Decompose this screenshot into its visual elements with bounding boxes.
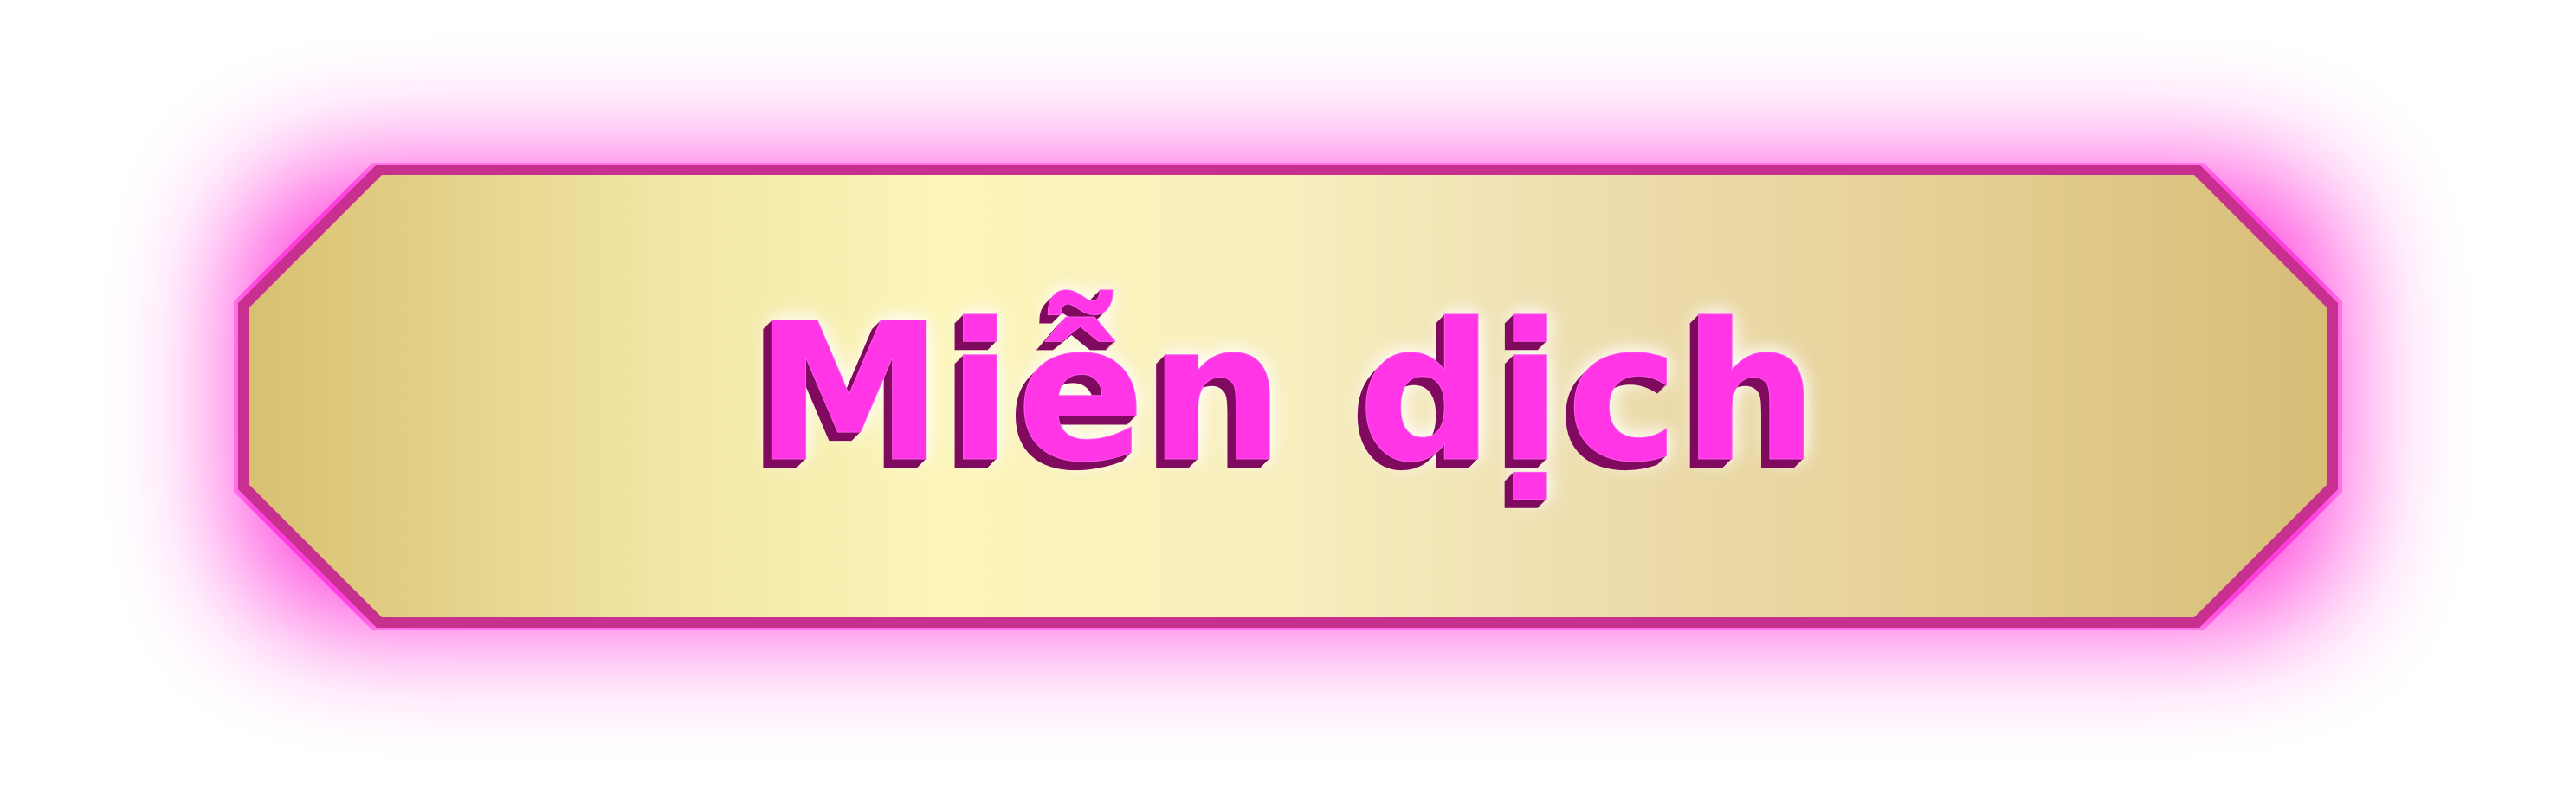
banner-title-wrap: Miễn dịch [0, 0, 2576, 794]
banner-stage: Miễn dịch [0, 0, 2576, 794]
banner-title: Miễn dịch [754, 281, 1822, 504]
